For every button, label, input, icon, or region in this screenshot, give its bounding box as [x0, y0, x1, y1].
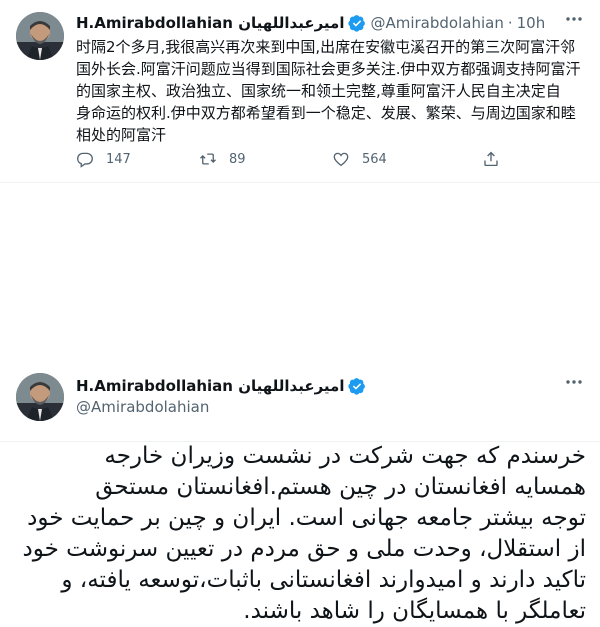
author-name[interactable]: H.Amirabdollahian امیرعبداللهیان: [76, 13, 344, 33]
reply-icon: [77, 152, 93, 168]
retweet-count: 89: [229, 151, 246, 167]
verified-badge-icon: [348, 377, 366, 395]
avatar[interactable]: [16, 373, 64, 421]
author-handle[interactable]: @Amirabdolahian: [370, 13, 503, 33]
tweet-header: H.Amirabdollahian امیرعبداللهیان @Amirab…: [76, 13, 560, 33]
verified-badge-icon: [348, 14, 366, 32]
more-options-icon[interactable]: [562, 375, 586, 395]
retweet-button[interactable]: 89: [199, 150, 332, 168]
tweet-card-1[interactable]: H.Amirabdollahian امیرعبداللهیان @Amirab…: [0, 0, 600, 183]
reply-count: 147: [106, 151, 131, 167]
tweet-timestamp[interactable]: 10h: [517, 13, 546, 33]
tweet-card-2[interactable]: H.Amirabdollahian امیرعبداللهیان @Amirab…: [0, 183, 600, 624]
share-icon: [484, 151, 498, 167]
author-handle[interactable]: @Amirabdolahian: [76, 398, 209, 416]
tweet-header: H.Amirabdollahian امیرعبداللهیان: [76, 376, 370, 396]
share-button[interactable]: [482, 150, 512, 168]
author-name[interactable]: H.Amirabdollahian امیرعبداللهیان: [76, 376, 344, 396]
like-icon: [333, 152, 349, 167]
more-options-icon[interactable]: [562, 12, 586, 32]
reply-button[interactable]: 147: [76, 150, 199, 168]
tweet-actions: 147 89 564: [76, 148, 556, 170]
tweet-text: 时隔2个多月,我很高兴再次来到中国,出席在安徽屯溪召开的第三次阿富汗邻 国外长会…: [76, 38, 581, 144]
like-count: 564: [362, 151, 387, 167]
retweet-icon: [200, 153, 216, 165]
tweet-text: خرسندم که جهت شرکت در نشست وزیران خارجه …: [22, 443, 586, 624]
like-button[interactable]: 564: [332, 150, 482, 168]
separator-dot: ·: [507, 14, 513, 32]
avatar[interactable]: [16, 12, 64, 60]
